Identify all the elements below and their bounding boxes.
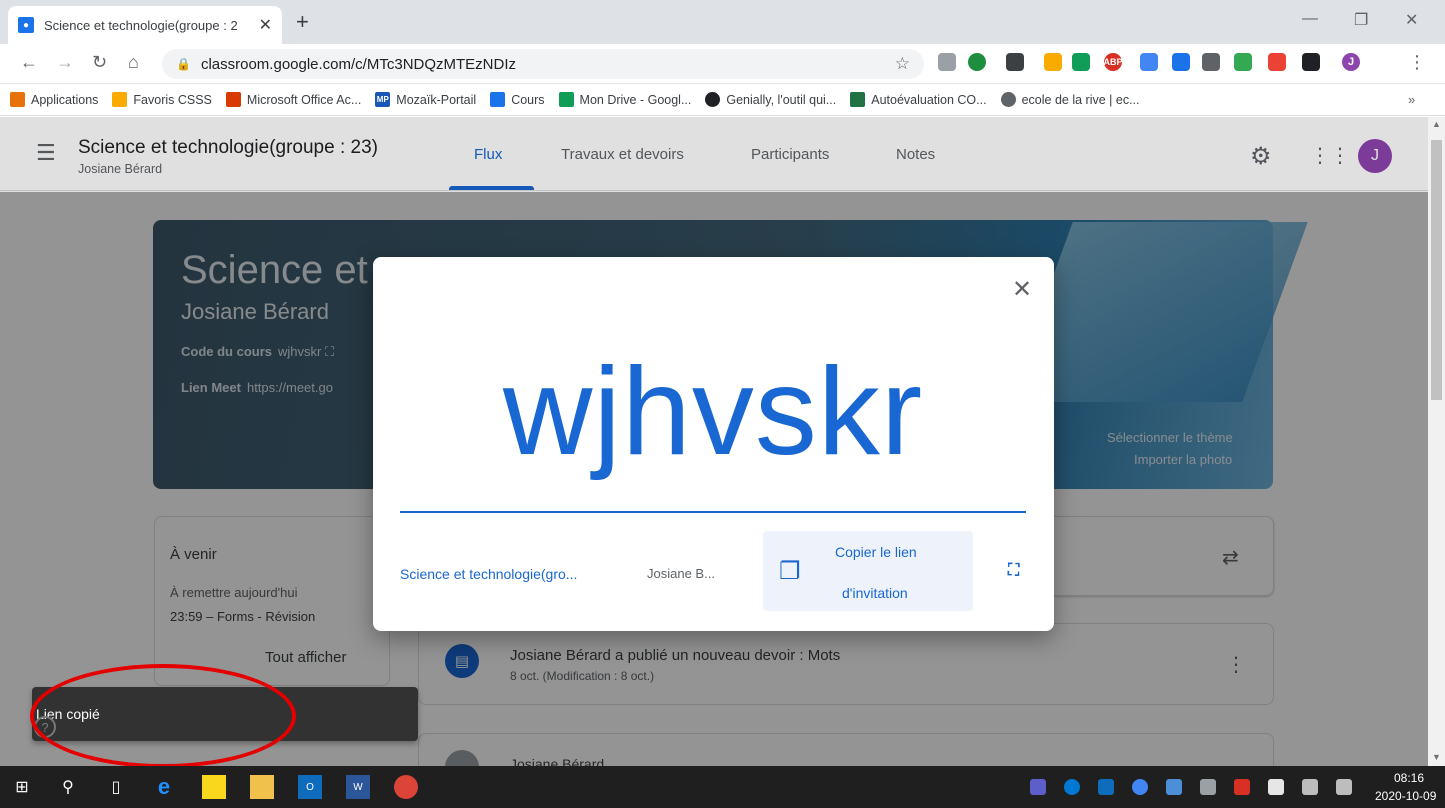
sticky-notes-icon[interactable]: [202, 775, 226, 799]
class-code-display: wjhvskr: [502, 343, 924, 481]
bookmark-drive[interactable]: Mon Drive - Googl...: [558, 92, 692, 107]
annotation-ellipse: [30, 664, 296, 768]
forward-icon[interactable]: →: [56, 52, 74, 73]
wifi-icon[interactable]: [1302, 779, 1318, 795]
tab-close-icon[interactable]: ✕: [259, 15, 272, 35]
lock-icon: 🔒: [176, 57, 191, 71]
dialog-class-name: Science et technologie(gro...: [400, 566, 578, 582]
teams-tray-icon[interactable]: [1030, 779, 1046, 795]
extension-icon[interactable]: [1006, 53, 1024, 71]
extensions-puzzle-icon[interactable]: [1302, 53, 1320, 71]
address-bar[interactable]: 🔒 classroom.google.com/c/MTc3NDQzMTEzNDI…: [162, 49, 924, 79]
back-icon[interactable]: ←: [20, 52, 38, 73]
bookmark-label: Autoévaluation CO...: [871, 92, 987, 107]
windows-start-icon[interactable]: ⊞: [10, 775, 34, 799]
bookmark-mozaik[interactable]: MP Mozaïk-Portail: [375, 92, 476, 107]
volume-icon[interactable]: [1336, 779, 1352, 795]
drive-icon: [558, 92, 574, 107]
bookmark-genially[interactable]: Genially, l'outil qui...: [705, 92, 836, 107]
window-close-icon[interactable]: ✕: [1405, 10, 1418, 30]
apps-grid-icon: [10, 92, 25, 107]
battery-icon[interactable]: [1268, 779, 1284, 795]
bookmark-cours[interactable]: Cours: [490, 92, 545, 107]
clock-time[interactable]: 08:16: [1394, 771, 1424, 785]
copy-icon: ❐: [779, 558, 801, 585]
tray-icon[interactable]: [1132, 779, 1148, 795]
bookmark-label: Cours: [511, 92, 545, 107]
bookmark-star-icon[interactable]: ☆: [895, 54, 910, 74]
extension-icon[interactable]: [1044, 53, 1062, 71]
url-text[interactable]: classroom.google.com/c/MTc3NDQzMTEzNDIz: [201, 56, 516, 73]
onedrive-tray-icon[interactable]: [1064, 779, 1080, 795]
bookmark-office[interactable]: Microsoft Office Ac...: [225, 92, 362, 107]
bookmarks-overflow-icon[interactable]: »: [1408, 92, 1415, 107]
genially-icon: [705, 92, 721, 107]
bookmark-favoris[interactable]: Favoris CSSS: [112, 92, 212, 107]
extension-icon[interactable]: [1268, 53, 1286, 71]
task-view-icon[interactable]: ▯: [104, 775, 128, 799]
tray-icon[interactable]: [1200, 779, 1216, 795]
bookmark-ecole[interactable]: ecole de la rive | ec...: [1000, 92, 1140, 107]
copy-button-label-1: Copier le lien: [835, 544, 917, 560]
bookmark-label: Microsoft Office Ac...: [246, 92, 362, 107]
extension-icon[interactable]: [1202, 53, 1220, 71]
bookmark-label: Favoris CSSS: [133, 92, 212, 107]
restore-icon[interactable]: ❐: [1354, 10, 1368, 30]
clock-date[interactable]: 2020-10-09: [1375, 789, 1436, 803]
scroll-down-icon[interactable]: ▼: [1432, 752, 1441, 762]
code-divider: [400, 511, 1026, 513]
home-icon[interactable]: ⌂: [128, 52, 139, 73]
close-icon[interactable]: ✕: [1012, 275, 1032, 304]
outlook-tray-icon[interactable]: [1098, 779, 1114, 795]
bookmark-autoevaluation[interactable]: Autoévaluation CO...: [850, 92, 987, 107]
scrollbar-thumb[interactable]: [1431, 140, 1442, 400]
search-icon[interactable]: ⚲: [56, 775, 80, 799]
extension-icon[interactable]: [1140, 53, 1158, 71]
scroll-up-icon[interactable]: ▲: [1432, 119, 1441, 129]
new-tab-icon[interactable]: +: [296, 9, 309, 35]
bookmarks-bar: Applications Favoris CSSS Microsoft Offi…: [0, 84, 1445, 116]
globe-icon: [1000, 92, 1016, 107]
adblock-extension-icon[interactable]: ABP: [1104, 53, 1123, 71]
mozaik-icon: MP: [375, 92, 391, 107]
extension-icon[interactable]: [1172, 53, 1190, 71]
bookmark-label: Genially, l'outil qui...: [726, 92, 837, 107]
edge-icon[interactable]: e: [152, 774, 176, 799]
file-explorer-icon[interactable]: [250, 775, 274, 799]
browser-tab[interactable]: ● Science et technologie(groupe : 2 ✕: [8, 6, 282, 44]
word-icon[interactable]: W: [346, 775, 370, 799]
extension-icon[interactable]: [938, 53, 956, 71]
tray-icon[interactable]: [1166, 779, 1182, 795]
reload-icon[interactable]: ↻: [92, 52, 107, 73]
profile-avatar[interactable]: J: [1342, 53, 1360, 71]
minimize-icon[interactable]: —: [1302, 10, 1318, 28]
office-icon: [225, 92, 241, 107]
drive-extension-icon[interactable]: [1072, 53, 1090, 71]
fullscreen-icon[interactable]: ⛶: [1008, 562, 1019, 580]
bookmark-label: ecole de la rive | ec...: [1021, 92, 1140, 107]
chrome-icon[interactable]: [394, 775, 418, 799]
folder-icon: [112, 92, 128, 107]
dialog-owner: Josiane B...: [647, 566, 715, 581]
tray-icon[interactable]: [1234, 779, 1250, 795]
tab-title: Science et technologie(groupe : 2: [44, 17, 238, 33]
outlook-icon[interactable]: O: [298, 775, 322, 799]
bookmark-label: Mon Drive - Googl...: [579, 92, 692, 107]
bookmark-applications[interactable]: Applications: [10, 92, 98, 107]
copy-button-label-2: d'invitation: [842, 585, 908, 601]
header-scrim: [0, 117, 1428, 192]
classroom-favicon-icon: ●: [18, 17, 34, 33]
extension-icon[interactable]: [1234, 53, 1252, 71]
extension-icon[interactable]: [968, 53, 986, 71]
forms-icon: [850, 92, 866, 107]
bookmark-label: Mozaïk-Portail: [396, 92, 477, 107]
bookmark-label: Applications: [31, 92, 99, 107]
classroom-icon: [490, 92, 506, 107]
browser-menu-icon[interactable]: ⋮: [1408, 52, 1426, 73]
